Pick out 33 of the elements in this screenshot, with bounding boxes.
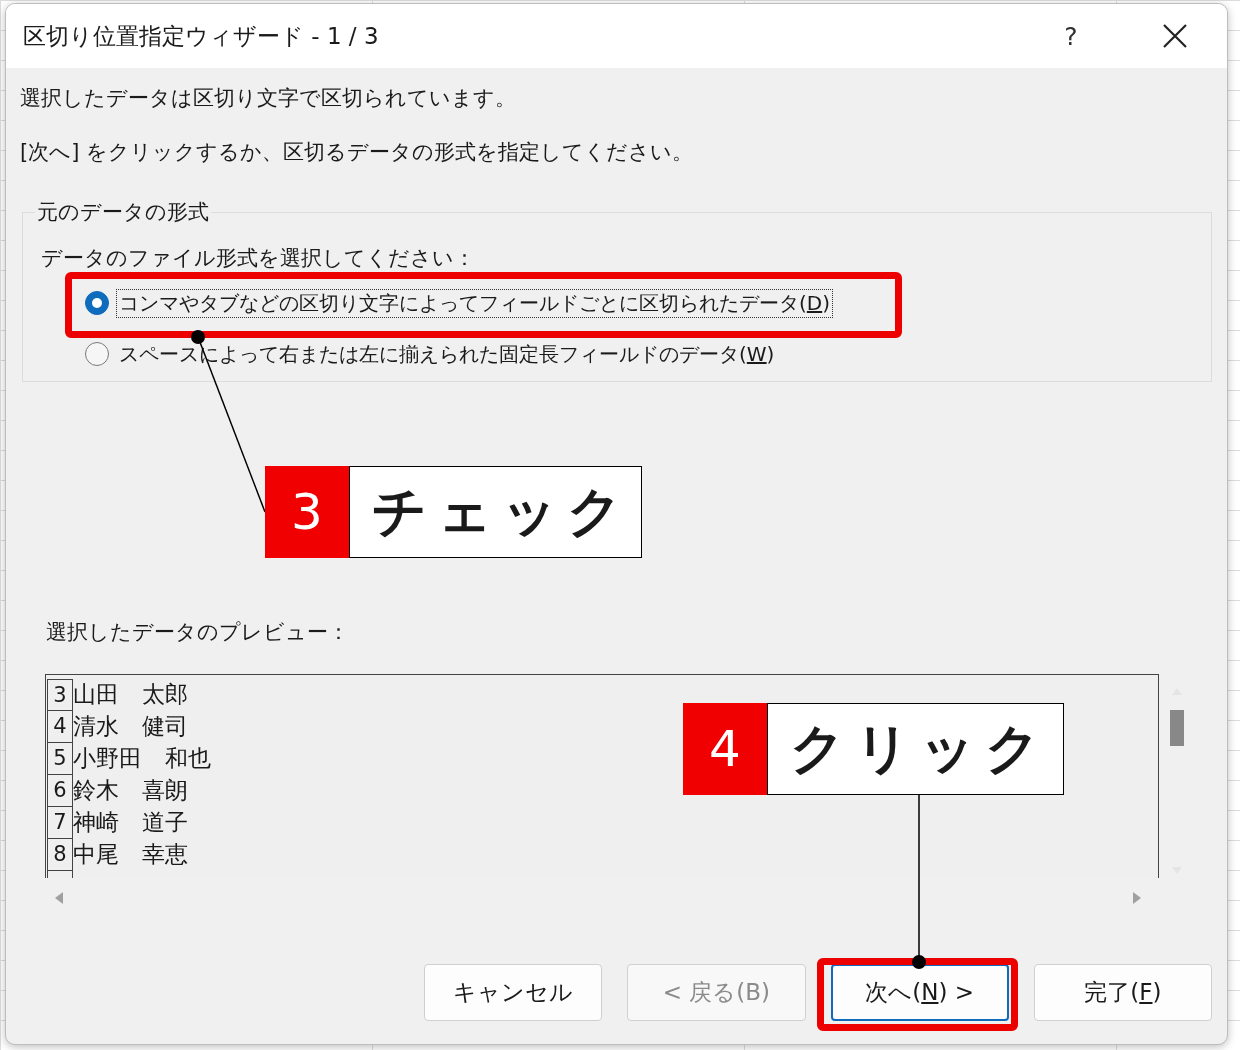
instruction-text: 選択したデータは区切り文字で区切られています。 — [20, 85, 517, 112]
preview-text: 小野田 和也 — [73, 744, 211, 773]
preview-label: 選択したデータのプレビュー： — [46, 619, 350, 646]
preview-text: 鈴木 喜朗 — [73, 776, 188, 805]
line-number: 3 — [47, 679, 73, 711]
option-label[interactable]: コンマやタブなどの区切り文字によってフィールドごとに区切られたデータ(D) — [116, 288, 834, 318]
dialog-button[interactable]: キャンセル — [424, 964, 603, 1021]
close-icon — [1162, 23, 1188, 49]
dialog-button[interactable]: 完了(F) — [1033, 964, 1212, 1021]
radio-button[interactable] — [85, 342, 109, 366]
preview-text: 中尾 幸恵 — [73, 840, 188, 869]
preview-text: 神崎 道子 — [73, 808, 188, 837]
scroll-right-icon[interactable] — [1131, 890, 1143, 906]
line-number: 4 — [47, 711, 73, 743]
scroll-left-icon[interactable] — [53, 890, 65, 906]
dialog-button[interactable]: 次へ(N) > — [830, 964, 1009, 1021]
radio-button[interactable] — [85, 291, 109, 315]
step-number: 4 — [683, 703, 767, 795]
preview-text: 清水 健司 — [73, 712, 188, 741]
instruction-text: [次へ] をクリックするか、区切るデータの形式を指定してください。 — [20, 139, 695, 166]
line-number: 5 — [47, 743, 73, 775]
group-title: 元のデータの形式 — [36, 199, 210, 226]
preview-text: 山田 太郎 — [73, 680, 188, 709]
callout-text: チェック — [349, 466, 642, 558]
step-number: 3 — [265, 466, 349, 558]
line-number: 7 — [47, 807, 73, 839]
prompt-text: データのファイル形式を選択してください： — [41, 245, 476, 272]
line-number: 8 — [47, 839, 73, 871]
window-title: 区切り位置指定ウィザード - 1 / 3 — [23, 21, 380, 51]
line-number: 6 — [47, 775, 73, 807]
scroll-thumb[interactable] — [1170, 710, 1184, 746]
callout-text: クリック — [767, 703, 1064, 795]
help-button[interactable]: ? — [1019, 4, 1123, 68]
